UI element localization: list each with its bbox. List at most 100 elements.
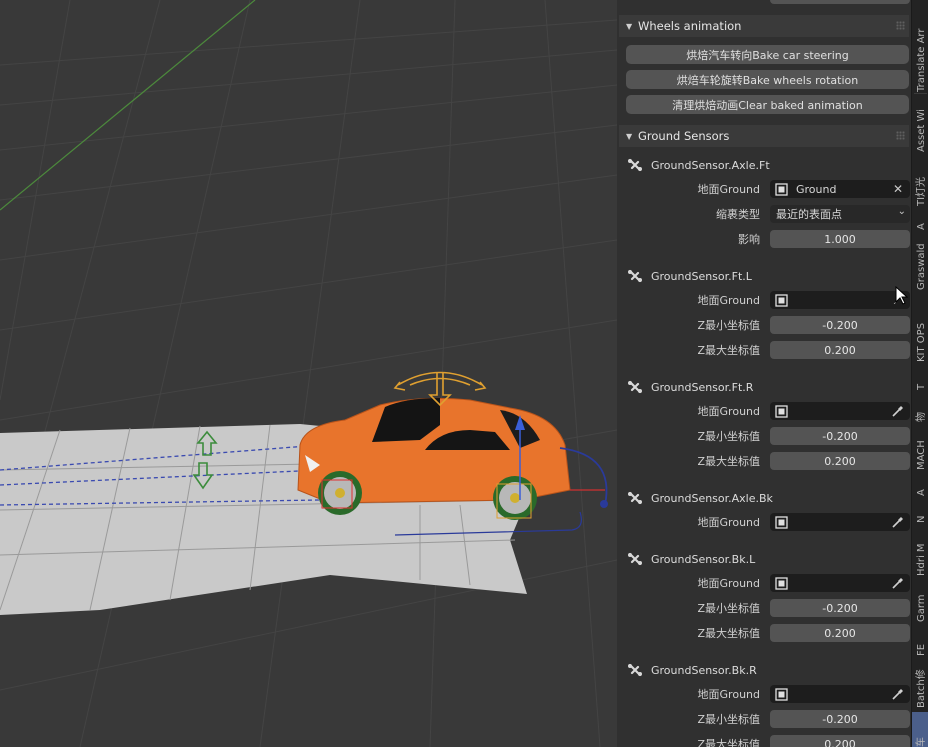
- tab-asset[interactable]: Asset Wi: [912, 96, 928, 152]
- cut-off-field[interactable]: [770, 0, 910, 4]
- bone-icon: [628, 269, 642, 283]
- sensor-header: GroundSensor.Bk.R: [627, 660, 757, 680]
- object-icon: [775, 687, 788, 701]
- ground-label: 地面Ground: [697, 516, 760, 529]
- tab-label: Batch修: [916, 669, 927, 708]
- z-min-field[interactable]: -0.200: [770, 427, 910, 445]
- shrinkwrap-type-dropdown[interactable]: 最近的表面点 ⌄: [770, 205, 910, 223]
- properties-panel: ▼ Wheels animation 烘焙汽车转向Bake car steeri…: [617, 0, 911, 747]
- z-max-field[interactable]: 0.200: [770, 341, 910, 359]
- tab-divider: [914, 93, 927, 94]
- drag-grip-icon[interactable]: [896, 131, 905, 140]
- wheels-animation-header[interactable]: ▼ Wheels animation: [619, 15, 909, 37]
- section-title: Wheels animation: [638, 19, 742, 33]
- sensor-header: GroundSensor.Ft.R: [627, 377, 753, 397]
- tab-fe[interactable]: FE: [912, 630, 928, 656]
- triangle-down-icon: ▼: [626, 21, 633, 31]
- z-max-label: Z最大坐标值: [697, 627, 760, 640]
- tab-hdri[interactable]: Hdri M: [912, 530, 928, 576]
- tab-label: Garm: [916, 594, 927, 622]
- ground-label: 地面Ground: [697, 405, 760, 418]
- tab-a1[interactable]: A: [912, 210, 928, 230]
- tab-label: N: [916, 515, 927, 523]
- clear-baked-animation-button[interactable]: 清理烘焙动画Clear baked animation: [626, 95, 909, 114]
- sensor-name: GroundSensor.Ft.R: [651, 380, 754, 394]
- tab-garm[interactable]: Garm: [912, 582, 928, 622]
- drag-grip-icon[interactable]: [896, 21, 905, 30]
- z-max-label: Z最大坐标值: [697, 344, 760, 357]
- tab-translate[interactable]: Translate Arr: [912, 0, 928, 92]
- 3d-viewport[interactable]: [0, 0, 617, 747]
- z-min-field[interactable]: -0.200: [770, 316, 910, 334]
- tab-mach[interactable]: MACH: [912, 428, 928, 470]
- tab-label: T: [916, 383, 927, 390]
- ground-object-field[interactable]: [770, 513, 910, 531]
- bone-icon: [628, 380, 642, 394]
- tab-label: TI灯光: [916, 176, 927, 206]
- tab-label: FE: [916, 643, 927, 656]
- sensor-name: GroundSensor.Bk.R: [651, 663, 757, 677]
- tab-label: A: [916, 489, 927, 496]
- eyedropper-icon[interactable]: [891, 404, 905, 418]
- triangle-down-icon: ▼: [626, 131, 633, 141]
- z-max-field[interactable]: 0.200: [770, 735, 910, 747]
- car-model: [297, 397, 571, 520]
- tab-label: Graswald: [916, 243, 927, 290]
- ground-object-field[interactable]: ⟋: [770, 291, 910, 309]
- ground-object-field[interactable]: [770, 685, 910, 703]
- x-icon[interactable]: ✕: [891, 182, 905, 196]
- z-min-field[interactable]: -0.200: [770, 710, 910, 728]
- sensor-name: GroundSensor.Ft.L: [651, 269, 752, 283]
- ground-label: 地面Ground: [697, 183, 760, 196]
- ground-object-field[interactable]: [770, 574, 910, 592]
- z-max-field[interactable]: 0.200: [770, 452, 910, 470]
- shrinkwrap-type-value: 最近的表面点: [776, 208, 842, 221]
- eyedropper-icon[interactable]: [891, 515, 905, 529]
- tab-car-active[interactable]: 车: [912, 712, 928, 747]
- tab-label: Translate Arr: [916, 28, 927, 92]
- tab-label: KIT OPS: [916, 322, 927, 362]
- tab-graswald[interactable]: Graswald: [912, 234, 928, 290]
- sidebar-tab-strip: Translate Arr Asset Wi TI灯光 A Graswald K…: [911, 0, 928, 747]
- tab-physics[interactable]: 物: [912, 398, 928, 422]
- chevron-down-icon: ⌄: [897, 206, 906, 217]
- influence-label: 影响: [738, 233, 760, 246]
- z-max-field[interactable]: 0.200: [770, 624, 910, 642]
- tab-batch[interactable]: Batch修: [912, 662, 928, 708]
- tab-kit-ops[interactable]: KIT OPS: [912, 306, 928, 362]
- tab-a2[interactable]: A: [912, 476, 928, 496]
- tab-n[interactable]: N: [912, 503, 928, 523]
- sensor-header: GroundSensor.Axle.Bk: [627, 488, 773, 508]
- mouse-cursor-icon: [895, 286, 909, 305]
- eyedropper-icon[interactable]: [891, 576, 905, 590]
- sensor-header: GroundSensor.Axle.Ft: [627, 155, 770, 175]
- tab-label: A: [916, 223, 927, 230]
- tab-label: MACH: [916, 440, 927, 470]
- bake-car-steering-button[interactable]: 烘焙汽车转向Bake car steering: [626, 45, 909, 64]
- y-axis-line: [0, 0, 256, 211]
- object-icon: [775, 293, 788, 307]
- ground-object-value: Ground: [796, 182, 837, 196]
- object-icon: [775, 576, 788, 590]
- z-min-field[interactable]: -0.200: [770, 599, 910, 617]
- ground-sensors-header[interactable]: ▼ Ground Sensors: [619, 125, 909, 147]
- z-min-label: Z最小坐标值: [697, 319, 760, 332]
- sensor-name: GroundSensor.Bk.L: [651, 552, 756, 566]
- tab-lighting[interactable]: TI灯光: [912, 156, 928, 206]
- floor-grid: [0, 0, 617, 747]
- influence-field[interactable]: 1.000: [770, 230, 910, 248]
- z-max-label: Z最大坐标值: [697, 455, 760, 468]
- ground-object-field[interactable]: [770, 402, 910, 420]
- z-min-label: Z最小坐标值: [697, 430, 760, 443]
- ground-object-field[interactable]: Ground ✕: [770, 180, 910, 198]
- sensor-header: GroundSensor.Ft.L: [627, 266, 752, 286]
- bone-icon: [628, 491, 642, 505]
- ground-label: 地面Ground: [697, 294, 760, 307]
- sensor-header: GroundSensor.Bk.L: [627, 549, 755, 569]
- object-icon: [775, 404, 788, 418]
- tab-t[interactable]: T: [912, 370, 928, 390]
- z-max-label: Z最大坐标值: [697, 738, 760, 747]
- eyedropper-icon[interactable]: [891, 687, 905, 701]
- bake-wheels-rotation-button[interactable]: 烘焙车轮旋转Bake wheels rotation: [626, 70, 909, 89]
- tab-label: Asset Wi: [916, 109, 927, 152]
